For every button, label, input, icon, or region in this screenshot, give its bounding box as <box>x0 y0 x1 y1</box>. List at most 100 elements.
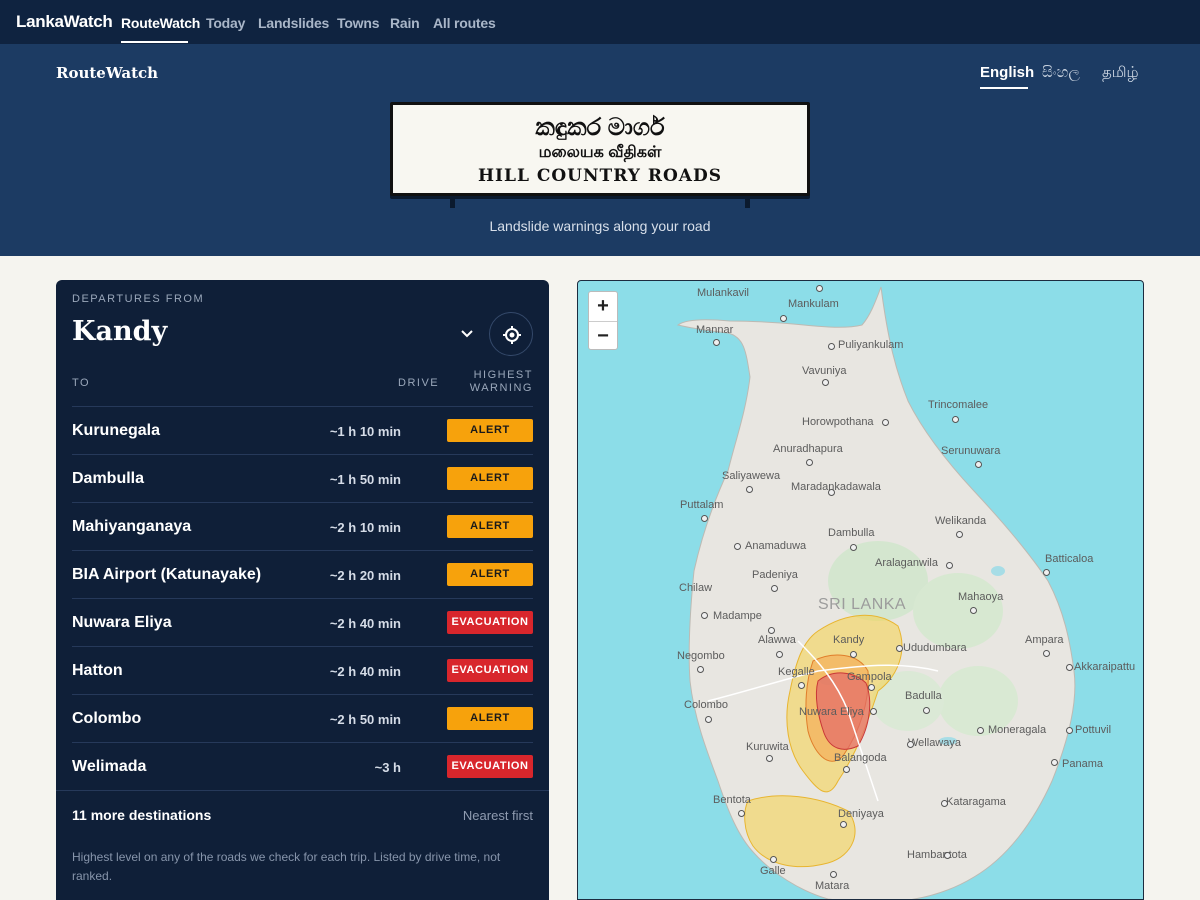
map-marker <box>828 489 835 496</box>
destination-name: Mahiyanganaya <box>72 518 192 535</box>
map-place: Wellawaya <box>908 737 961 749</box>
crosshair-icon <box>503 326 521 344</box>
route-row[interactable]: Kurunegala ~1 h 10 min ALERT <box>72 406 533 454</box>
map-marker <box>907 741 914 748</box>
more-destinations-link[interactable]: 11 more destinations <box>72 807 211 823</box>
warning-badge: EVACUATION <box>447 755 533 778</box>
nav-active-indicator <box>121 41 188 43</box>
map-marker <box>770 856 777 863</box>
map-place: Aralaganwila <box>875 557 938 569</box>
tagline: Landslide warnings along your road <box>489 218 711 234</box>
destination-name: Welimada <box>72 758 147 775</box>
route-row[interactable]: Hatton ~2 h 40 min EVACUATION <box>72 646 533 694</box>
map-place: Puttalam <box>680 499 724 511</box>
lang-english[interactable]: English <box>980 64 1034 81</box>
map-marker <box>970 607 977 614</box>
drive-time: ~3 h <box>374 760 401 775</box>
nav-routewatch[interactable]: RouteWatch <box>121 15 200 31</box>
brand-logo[interactable]: LankaWatch <box>16 12 113 32</box>
zoom-control: + − <box>588 291 618 350</box>
zoom-out-button[interactable]: − <box>589 322 617 351</box>
map-marker <box>828 343 835 350</box>
warning-badge: ALERT <box>447 707 533 730</box>
map-place: Dambulla <box>828 527 875 539</box>
route-row[interactable]: Dambulla ~1 h 50 min ALERT <box>72 454 533 502</box>
country-label: SRI LANKA <box>818 596 907 613</box>
map-place: Trincomalee <box>928 399 989 411</box>
drive-time: ~1 h 10 min <box>329 424 401 439</box>
route-row[interactable]: Colombo ~2 h 50 min ALERT <box>72 694 533 742</box>
map-marker <box>713 339 720 346</box>
map-marker <box>952 416 959 423</box>
warning-badge: EVACUATION <box>447 659 533 682</box>
map-marker <box>822 379 829 386</box>
map-place: Colombo <box>684 699 729 711</box>
map-marker <box>738 810 745 817</box>
section-title: RouteWatch <box>56 64 159 82</box>
map-place: Ududumbara <box>903 642 967 654</box>
destination-name: Kurunegala <box>72 422 161 439</box>
map-place: Kandy <box>833 634 865 646</box>
map-marker <box>697 666 704 673</box>
map-place: Saliyawewa <box>722 470 781 482</box>
destination-name: BIA Airport (Katunayake) <box>72 566 262 583</box>
map-marker <box>780 315 787 322</box>
map-marker <box>701 612 708 619</box>
route-row[interactable]: BIA Airport (Katunayake) ~2 h 20 min ALE… <box>72 550 533 598</box>
map-place: Madampe <box>713 610 762 622</box>
destination-name: Hatton <box>72 662 123 679</box>
lang-tamil[interactable]: தமிழ் <box>1102 64 1139 83</box>
nav-towns[interactable]: Towns <box>337 15 379 31</box>
footnote: Highest level on any of the roads we che… <box>72 850 501 883</box>
map-place: Bentota <box>713 794 751 806</box>
map-place: Vavuniya <box>802 365 847 377</box>
nav-today[interactable]: Today <box>206 15 245 31</box>
column-to: TO <box>72 377 91 389</box>
map-place: Gampola <box>847 671 892 683</box>
map-marker <box>868 684 875 691</box>
map-place: Ampara <box>1025 634 1064 646</box>
sign-sinhala: කඳුකර මාර්ග <box>535 114 665 141</box>
route-row[interactable]: Mahiyanganaya ~2 h 10 min ALERT <box>72 502 533 550</box>
map-place: Puliyankulam <box>838 339 904 351</box>
nav-rain[interactable]: Rain <box>390 15 420 31</box>
warning-badge: ALERT <box>447 467 533 490</box>
map-marker <box>776 651 783 658</box>
map-place: Balangoda <box>834 752 887 764</box>
top-nav: LankaWatch RouteWatch Today Landslides T… <box>0 0 1200 44</box>
map-place: Nuwara Eliya <box>799 706 864 718</box>
locate-button[interactable] <box>489 312 533 356</box>
lang-sinhala[interactable]: සිංහල <box>1042 64 1080 81</box>
map-marker <box>1043 569 1050 576</box>
nav-all-routes[interactable]: All routes <box>433 15 496 31</box>
drive-time: ~2 h 40 min <box>329 664 401 679</box>
destination-name: Colombo <box>72 710 142 727</box>
road-sign: කඳුකර මාර්ග மலையக வீதிகள் HILL COUNTRY R… <box>390 102 810 196</box>
map-place: Moneragala <box>988 724 1047 736</box>
zoom-in-button[interactable]: + <box>589 292 617 321</box>
map-place: Negombo <box>677 650 725 662</box>
map-place: Horowpothana <box>802 416 874 428</box>
destination-name: Dambulla <box>72 470 145 487</box>
sign-post-left <box>450 196 455 208</box>
route-row[interactable]: Welimada ~3 h EVACUATION <box>72 742 533 790</box>
map-view[interactable]: + − SRI LANKA Mulankavil Mankulam Mannar… <box>577 280 1144 900</box>
map-place: Welikanda <box>935 515 987 527</box>
map-marker <box>944 852 951 859</box>
route-row[interactable]: Nuwara Eliya ~2 h 40 min EVACUATION <box>72 598 533 646</box>
map-marker <box>840 821 847 828</box>
departures-label: DEPARTURES FROM <box>72 293 205 305</box>
map-marker <box>882 419 889 426</box>
warning-badge: ALERT <box>447 515 533 538</box>
map-marker <box>1066 727 1073 734</box>
sign-english: HILL COUNTRY ROADS <box>478 166 722 186</box>
map-marker <box>850 544 857 551</box>
drive-time: ~2 h 20 min <box>329 568 401 583</box>
chevron-down-icon[interactable] <box>459 326 475 342</box>
departure-city[interactable]: Kandy <box>72 316 167 347</box>
map-place: Batticaloa <box>1045 553 1094 565</box>
map-place: Mahaoya <box>958 591 1004 603</box>
map-place: Kegalle <box>778 666 815 678</box>
nav-landslides[interactable]: Landslides <box>258 15 329 31</box>
column-drive: DRIVE <box>398 377 440 389</box>
